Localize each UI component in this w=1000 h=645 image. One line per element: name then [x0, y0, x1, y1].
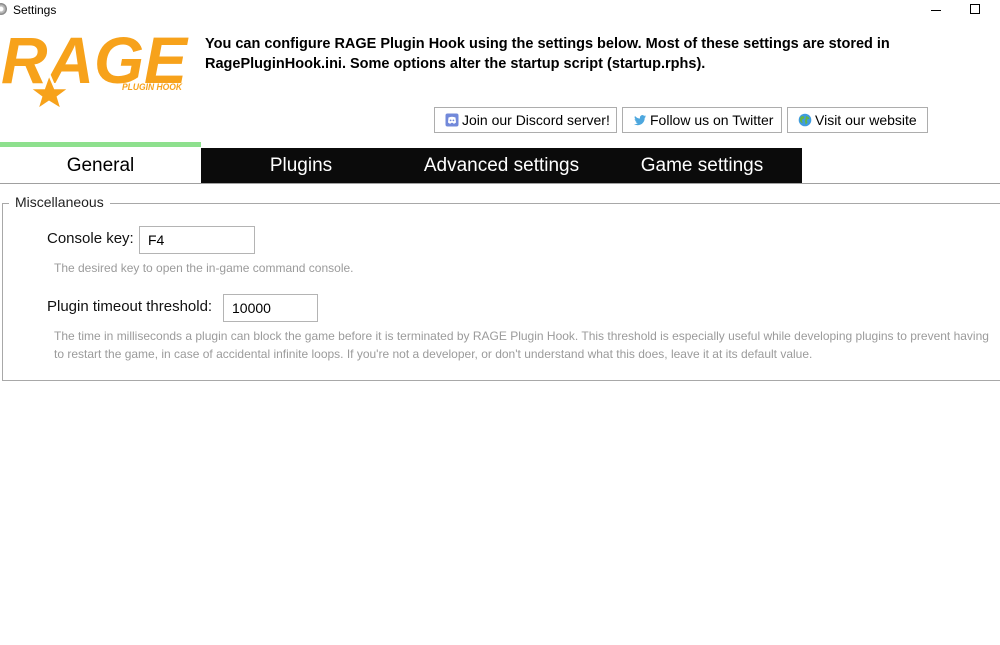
tab-advanced-settings[interactable]: Advanced settings [401, 148, 602, 183]
plugin-timeout-hint: The time in milliseconds a plugin can bl… [54, 329, 989, 361]
rage-plugin-hook-logo: RAGE PLUGIN HOOK [1, 26, 189, 110]
tab-strip-divider [0, 183, 1000, 184]
window-title: Settings [13, 3, 57, 17]
tab-general[interactable]: General [0, 142, 201, 183]
minimize-button[interactable] [929, 0, 945, 20]
maximize-button[interactable] [970, 4, 980, 14]
console-key-label: Console key: [47, 230, 134, 247]
console-key-hint: The desired key to open the in-game comm… [54, 261, 354, 275]
console-key-input[interactable] [139, 226, 255, 254]
plugin-timeout-label: Plugin timeout threshold: [47, 298, 213, 315]
globe-icon [798, 113, 812, 127]
discord-button[interactable]: Join our Discord server! [434, 107, 617, 133]
settings-window: Settings RAGE PLUGIN HOOK You can config… [0, 0, 1000, 645]
discord-icon [445, 113, 459, 127]
discord-button-label: Join our Discord server! [462, 112, 610, 128]
tab-plugins[interactable]: Plugins [201, 148, 401, 183]
title-bar: Settings [0, 0, 1000, 20]
twitter-button[interactable]: Follow us on Twitter [622, 107, 782, 133]
website-button-label: Visit our website [815, 112, 917, 128]
tab-game-settings[interactable]: Game settings [602, 148, 802, 183]
miscellaneous-group-title: Miscellaneous [9, 193, 110, 211]
settings-tabs: General Plugins Advanced settings Game s… [0, 142, 1000, 184]
website-button[interactable]: Visit our website [787, 107, 928, 133]
header-description: You can configure RAGE Plugin Hook using… [205, 36, 890, 72]
plugin-timeout-input[interactable] [223, 294, 318, 322]
logo-subtext: PLUGIN HOOK [122, 82, 183, 92]
twitter-button-label: Follow us on Twitter [650, 112, 774, 128]
app-icon [0, 3, 7, 15]
twitter-icon [634, 115, 646, 126]
